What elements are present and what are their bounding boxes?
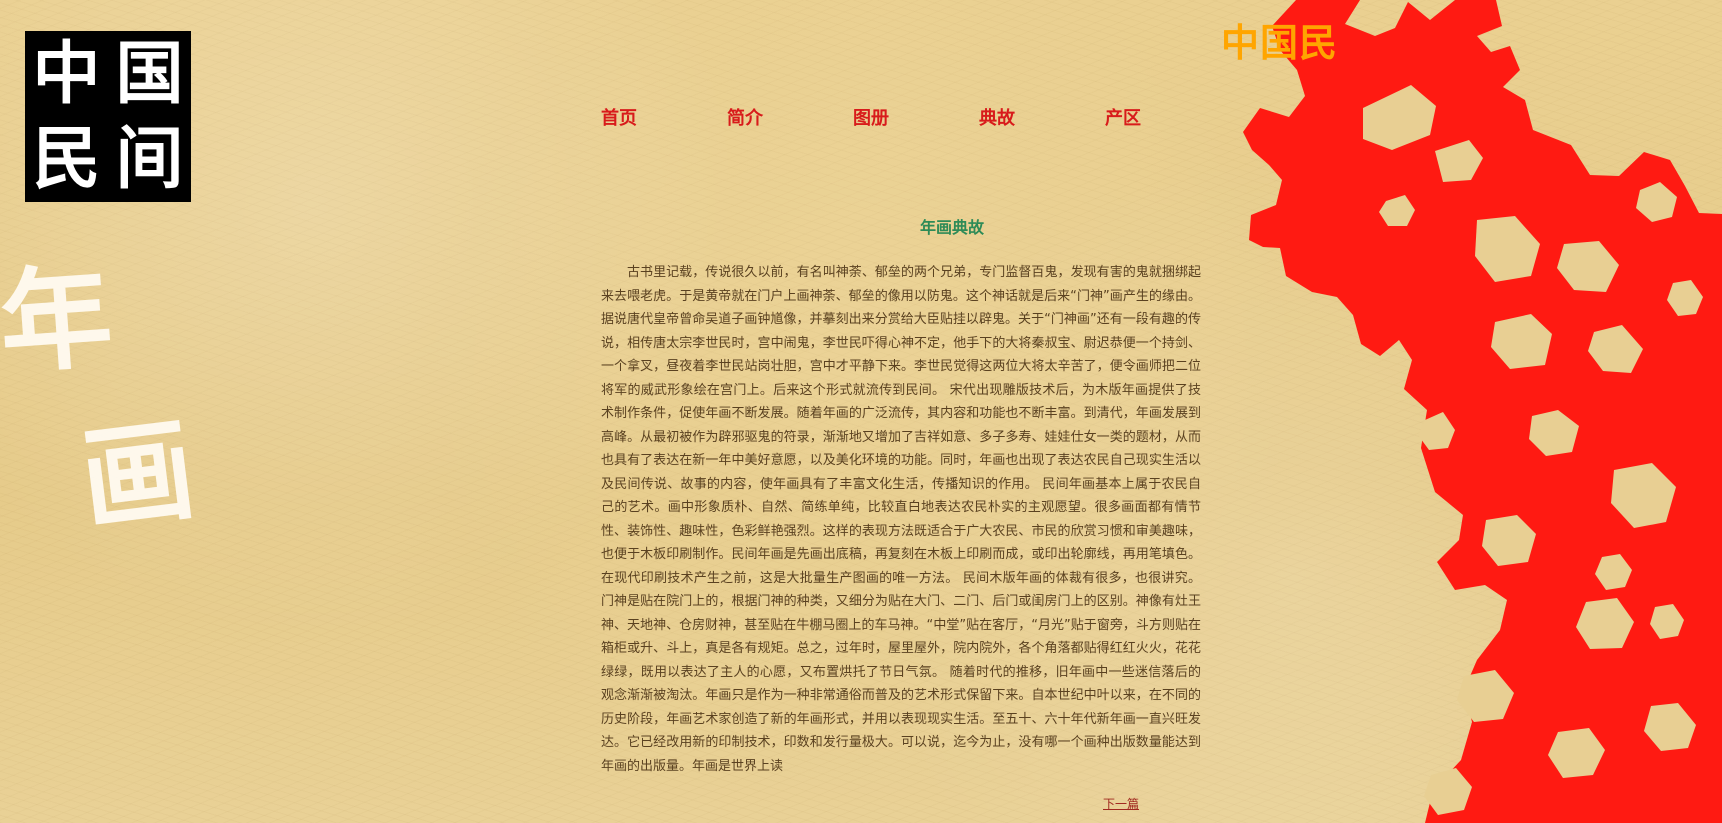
nav-intro[interactable]: 简介 [725, 104, 765, 130]
red-papercut-figure-icon [1185, 0, 1722, 823]
logo-char-3: 民 [32, 119, 101, 200]
article-title: 年画典故 [920, 218, 985, 237]
nav-home[interactable]: 首页 [599, 104, 639, 130]
next-article-link[interactable]: 下一篇 [1103, 795, 1139, 812]
calligraphy-hua: 画 [74, 403, 202, 548]
logo-char-1: 中 [32, 33, 101, 114]
nav-stories[interactable]: 典故 [977, 104, 1017, 130]
left-calligraphy-art: 年 画 [0, 251, 220, 575]
top-right-title: 中国民 [1221, 21, 1339, 65]
logo-char-4: 间 [115, 119, 184, 200]
nav-regions[interactable]: 产区 [1103, 104, 1143, 130]
calligraphy-nian: 年 [0, 251, 117, 390]
logo-char-2: 国 [115, 33, 184, 114]
main-navigation: 首页 简介 图册 典故 产区 [599, 104, 1143, 130]
site-logo: 中 国 民 间 [25, 31, 191, 202]
nav-gallery[interactable]: 图册 [851, 104, 891, 130]
article-body: 古书里记载，传说很久以前，有名叫神荼、郁垒的两个兄弟，专门监督百鬼，发现有害的鬼… [601, 265, 1201, 774]
